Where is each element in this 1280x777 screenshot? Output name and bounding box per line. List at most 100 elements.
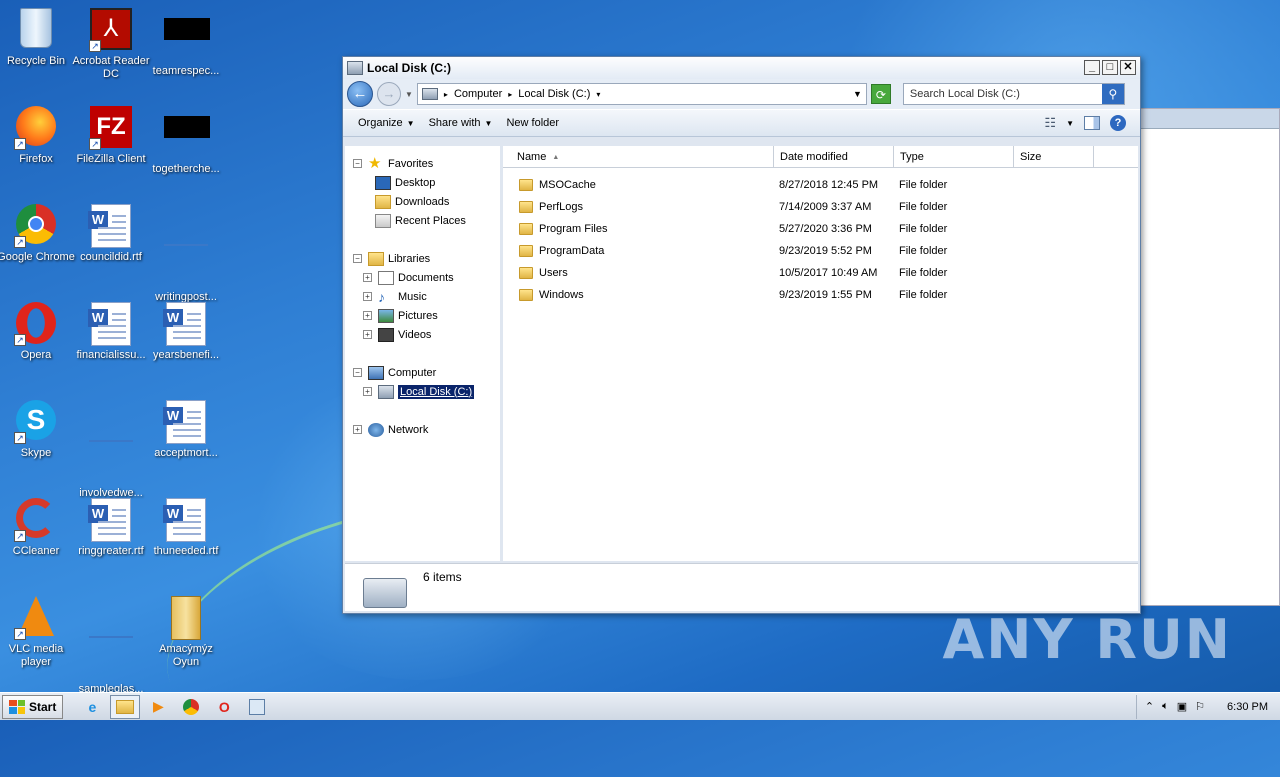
back-button[interactable]: ← [347,81,373,107]
preview-pane-icon[interactable] [1084,116,1100,130]
tree-item-libraries[interactable]: − Libraries [345,249,500,268]
desktop-icon-togetherche[interactable]: togetherche... [147,106,225,176]
forward-button[interactable]: → [377,82,401,106]
taskbar-media-player[interactable]: ▶ [143,695,173,719]
desktop-icon-sampleglas[interactable]: sampleglas... [72,596,150,696]
breadcrumb-computer[interactable]: Computer [454,88,502,100]
desktop-icon-ccleaner[interactable]: ↗ CCleaner [0,498,75,558]
expand-toggle-icon[interactable]: + [363,311,372,320]
help-icon[interactable]: ? [1110,115,1126,131]
column-header-date[interactable]: Date modified [774,146,894,168]
file-row[interactable]: ProgramData 9/23/2019 5:52 PM File folde… [503,240,1138,262]
expand-toggle-icon[interactable]: + [363,292,372,301]
volume-icon[interactable]: 🔈︎ [1162,700,1169,713]
tree-item-music[interactable]: + ♪ Music [345,287,500,306]
pictures-icon [378,308,394,323]
recent-pages-dropdown-icon[interactable]: ▼ [405,90,413,99]
tree-item-favorites[interactable]: − ★ Favorites [345,154,500,173]
tree-item-downloads[interactable]: Downloads [345,192,500,211]
desktop-icon-vlc[interactable]: ↗ VLC media player [0,596,75,669]
desktop-icon-ringgreater[interactable]: W ringgreater.rtf [72,498,150,558]
breadcrumb-local-disk[interactable]: Local Disk (C:) [518,88,590,100]
organize-button[interactable]: Organize ▼ [351,117,422,129]
desktop-icon-firefox[interactable]: ↗ Firefox [0,106,75,166]
refresh-button[interactable]: ⟳ [870,84,891,104]
column-header-size[interactable]: Size [1014,146,1094,168]
search-placeholder: Search Local Disk (C:) [909,88,1020,100]
blank-file-icon [89,440,133,484]
action-center-flag-icon[interactable]: ⚐ [1195,700,1205,713]
videos-icon [378,327,394,342]
new-folder-button[interactable]: New folder [499,117,566,129]
close-button[interactable]: ✕ [1120,60,1136,75]
share-with-button[interactable]: Share with ▼ [422,117,500,129]
command-bar: Organize ▼ Share with ▼ New folder ☷ ▼ ? [343,109,1140,137]
desktop-icon-councildid[interactable]: W councildid.rtf [72,204,150,264]
address-dropdown-icon[interactable]: ▼ [853,89,862,99]
file-row[interactable]: Program Files 5/27/2020 3:36 PM File fol… [503,218,1138,240]
file-row[interactable]: Windows 9/23/2019 1:55 PM File folder [503,284,1138,306]
media-player-icon: ▶ [152,698,164,714]
tree-item-documents[interactable]: + Documents [345,268,500,287]
expand-toggle-icon[interactable]: + [363,330,372,339]
column-header-name[interactable]: Name ▲ [503,146,774,168]
desktop-icon-involvedwe[interactable]: involvedwe... [72,400,150,500]
breadcrumb-arrow-icon[interactable]: ▸ [508,90,512,99]
folder-icon [519,223,533,235]
tree-item-videos[interactable]: + Videos [345,325,500,344]
tree-item-recent-places[interactable]: Recent Places [345,211,500,230]
tree-item-pictures[interactable]: + Pictures [345,306,500,325]
view-options-icon[interactable]: ☷ [1044,115,1056,131]
tree-item-desktop[interactable]: Desktop [345,173,500,192]
expand-toggle-icon[interactable]: + [363,387,372,396]
column-header-type[interactable]: Type [894,146,1014,168]
desktop-icon-yearsbenefi[interactable]: W yearsbenefi... [147,302,225,362]
file-row[interactable]: MSOCache 8/27/2018 12:45 PM File folder [503,174,1138,196]
breadcrumb-arrow-icon[interactable]: ▸ [444,90,448,99]
tree-item-network[interactable]: + Network [345,420,500,439]
background-window[interactable] [1140,108,1280,606]
file-list[interactable]: Name ▲ Date modified Type Size MSOCache 8… [503,146,1138,561]
taskbar-notepad[interactable] [242,695,272,719]
desktop-icon [375,175,391,190]
tree-item-local-disk[interactable]: + Local Disk (C:) [345,382,498,401]
search-input[interactable]: Search Local Disk (C:) ⚲ [902,83,1125,105]
file-row[interactable]: Users 10/5/2017 10:49 AM File folder [503,262,1138,284]
expand-toggle-icon[interactable]: + [363,273,372,282]
file-row[interactable]: PerfLogs 7/14/2009 3:37 AM File folder [503,196,1138,218]
collapse-toggle-icon[interactable]: − [353,368,362,377]
maximize-button[interactable]: □ [1102,60,1118,75]
desktop-icon-financialissu[interactable]: W financialissu... [72,302,150,362]
desktop-icon-thuneeded[interactable]: W thuneeded.rtf [147,498,225,558]
window-titlebar[interactable]: Local Disk (C:) _ □ ✕ [343,57,1140,79]
desktop-icon-chrome[interactable]: ↗ Google Chrome [0,204,75,264]
desktop-icon-acceptmort[interactable]: W acceptmort... [147,400,225,460]
chevron-down-icon[interactable]: ▼ [1066,119,1074,128]
desktop-icon-filezilla[interactable]: FZ ↗ FileZilla Client [72,106,150,166]
chevron-down-icon: ▼ [484,118,493,128]
collapse-toggle-icon[interactable]: − [353,254,362,263]
desktop-icon-opera[interactable]: ↗ Opera [0,302,75,362]
clock[interactable]: 6:30 PM [1227,701,1268,713]
minimize-button[interactable]: _ [1084,60,1100,75]
search-icon[interactable]: ⚲ [1101,84,1124,104]
address-box[interactable]: ▸ Computer ▸ Local Disk (C:) ▾ ▼ [416,83,867,105]
taskbar-explorer[interactable] [110,694,141,719]
navigation-pane[interactable]: − ★ Favorites Desktop Downloads Recent P… [345,146,503,561]
taskbar-opera[interactable]: O [209,695,239,719]
network-icon[interactable]: ▣ [1177,700,1187,713]
breadcrumb-arrow-icon[interactable]: ▾ [596,90,600,99]
taskbar-internet-explorer[interactable]: e [77,695,107,719]
desktop-icon-recycle-bin[interactable]: Recycle Bin [0,8,75,68]
desktop-icon-acrobat[interactable]: ⅄ ↗ Acrobat Reader DC [72,8,150,81]
start-button[interactable]: Start [2,694,64,719]
desktop-icon-amacimiz-oyun[interactable]: Amacýmýz Oyun [147,596,225,669]
expand-toggle-icon[interactable]: + [353,425,362,434]
desktop-icon-skype[interactable]: S ↗ Skype [0,400,75,460]
collapse-toggle-icon[interactable]: − [353,159,362,168]
tree-item-computer[interactable]: − Computer [345,363,500,382]
desktop-icon-teamrespec[interactable]: teamrespec... [147,8,225,78]
show-hidden-icons-icon[interactable]: ⌃ [1145,700,1154,713]
desktop-icon-writingpost[interactable]: writingpost... [147,204,225,304]
taskbar-chrome[interactable] [176,695,206,719]
